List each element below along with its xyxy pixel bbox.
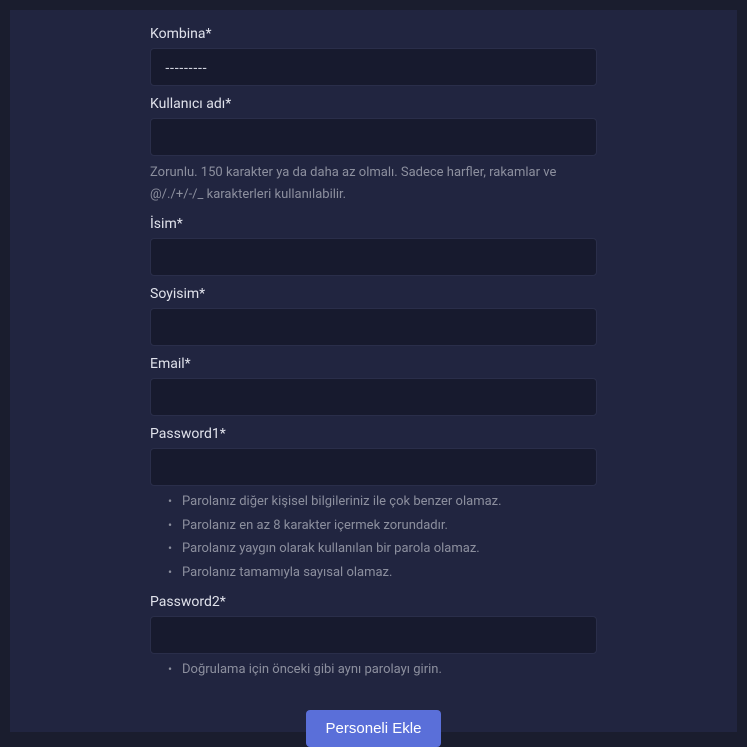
lastname-label: Soyisim* <box>150 286 597 302</box>
password2-label: Password2* <box>150 594 597 610</box>
kombina-label: Kombina* <box>150 26 597 42</box>
password1-help-item: Parolanız yaygın olarak kullanılan bir p… <box>168 537 597 561</box>
email-label: Email* <box>150 356 597 372</box>
firstname-label: İsim* <box>150 216 597 232</box>
password1-help-item: Parolanız diğer kişisel bilgileriniz ile… <box>168 490 597 514</box>
submit-button[interactable]: Personeli Ekle <box>306 710 442 747</box>
field-group-password2: Password2* Doğrulama için önceki gibi ay… <box>150 594 597 682</box>
password2-help-item: Doğrulama için önceki gibi aynı parolayı… <box>168 658 597 682</box>
field-group-email: Email* <box>150 356 597 416</box>
password1-help-item: Parolanız en az 8 karakter içermek zorun… <box>168 514 597 538</box>
lastname-input[interactable] <box>150 308 597 346</box>
field-group-username: Kullanıcı adı* Zorunlu. 150 karakter ya … <box>150 96 597 206</box>
email-input[interactable] <box>150 378 597 416</box>
field-group-lastname: Soyisim* <box>150 286 597 346</box>
username-label: Kullanıcı adı* <box>150 96 597 112</box>
username-input[interactable] <box>150 118 597 156</box>
password1-input[interactable] <box>150 448 597 486</box>
password2-help-list: Doğrulama için önceki gibi aynı parolayı… <box>150 658 597 682</box>
field-group-firstname: İsim* <box>150 216 597 276</box>
username-help: Zorunlu. 150 karakter ya da daha az olma… <box>150 162 597 206</box>
password2-input[interactable] <box>150 616 597 654</box>
form-container: Kombina* --------- Kullanıcı adı* Zorunl… <box>10 10 737 732</box>
field-group-kombina: Kombina* --------- <box>150 26 597 86</box>
kombina-select[interactable]: --------- <box>150 48 597 86</box>
firstname-input[interactable] <box>150 238 597 276</box>
password1-help-list: Parolanız diğer kişisel bilgileriniz ile… <box>150 490 597 584</box>
field-group-password1: Password1* Parolanız diğer kişisel bilgi… <box>150 426 597 584</box>
password1-help-item: Parolanız tamamıyla sayısal olamaz. <box>168 561 597 585</box>
password1-label: Password1* <box>150 426 597 442</box>
submit-row: Personeli Ekle <box>150 710 597 747</box>
